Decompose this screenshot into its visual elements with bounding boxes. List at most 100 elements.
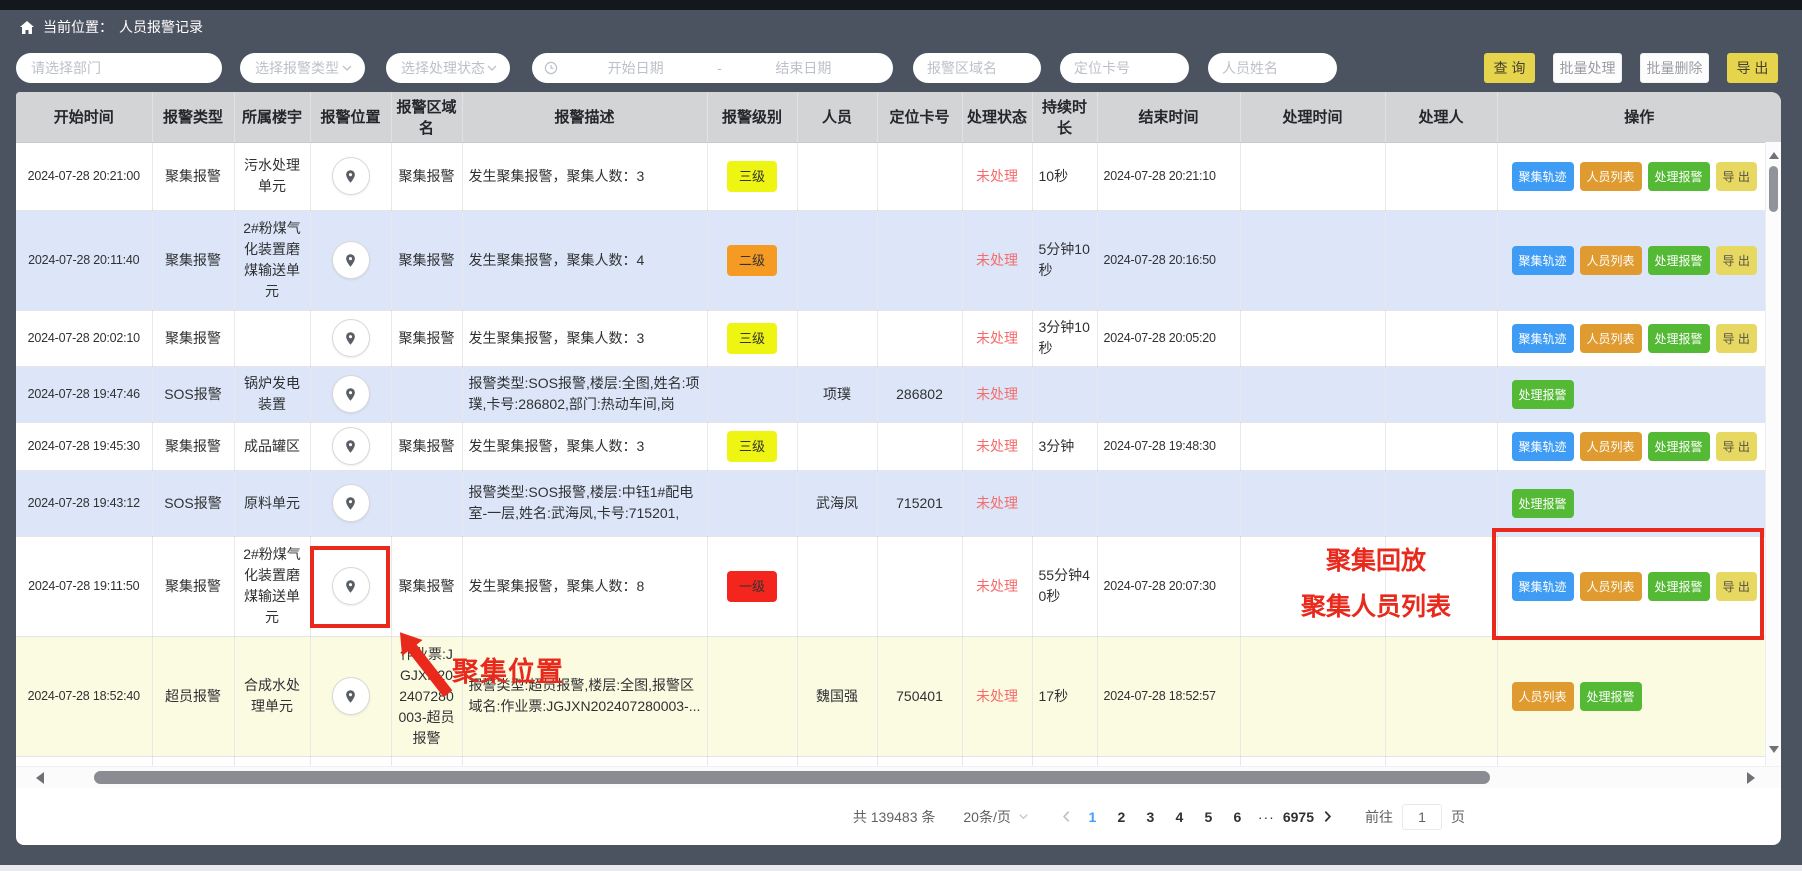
action-button-handle[interactable]: 处理报警 [1648,432,1710,461]
action-button-track[interactable]: 聚集轨迹 [1512,432,1574,461]
home-icon[interactable] [20,21,34,34]
action-button-list[interactable]: 人员列表 [1580,324,1642,353]
cell-empty [462,756,707,766]
cell-handler [1385,366,1497,422]
page-button[interactable]: ··· [1252,809,1281,825]
action-button-export[interactable]: 导 出 [1716,432,1757,461]
end-date-input[interactable]: 结束日期 [726,58,881,78]
action-button-export[interactable]: 导 出 [1716,246,1757,275]
cell-location [310,636,391,756]
horizontal-scrollbar[interactable] [16,766,1781,788]
cell-building: 合成水处理单元 [234,636,310,756]
scroll-down-arrow-icon[interactable] [1769,746,1779,758]
action-button-track[interactable]: 聚集轨迹 [1512,162,1574,191]
action-buttons: 聚集轨迹人员列表处理报警导 出 [1504,246,1776,275]
card-number-input[interactable] [1060,53,1189,83]
horizontal-scrollbar-thumb[interactable] [94,771,1490,784]
status-text: 未处理 [976,252,1018,268]
alarm-area-input[interactable] [913,53,1041,83]
action-button-list[interactable]: 人员列表 [1512,682,1574,711]
action-button-handle[interactable]: 处理报警 [1580,682,1642,711]
location-pin-button[interactable] [332,319,370,357]
batch-handle-button[interactable]: 批量处理 [1553,53,1622,83]
level-badge: 一级 [727,571,777,602]
goto-label: 前往 [1365,807,1393,827]
cell-empty [797,756,877,766]
vertical-scrollbar-thumb[interactable] [1769,166,1778,212]
department-input[interactable] [16,53,222,83]
page-button[interactable]: 6 [1223,809,1252,825]
page-button[interactable]: 6975 [1281,809,1316,825]
action-button-export[interactable]: 导 出 [1716,162,1757,191]
goto-page-input[interactable] [1402,804,1442,830]
location-pin-button[interactable] [332,157,370,195]
scroll-left-arrow-icon[interactable] [30,772,44,784]
cell-handler [1385,310,1497,366]
cell-status: 未处理 [962,636,1032,756]
handle-status-select[interactable]: 选择处理状态 [386,53,510,83]
action-buttons: 聚集轨迹人员列表处理报警导 出 [1504,162,1776,191]
action-button-track[interactable]: 聚集轨迹 [1512,324,1574,353]
cell-alarm-type: 超员报警 [152,636,234,756]
location-pin-button[interactable] [332,427,370,465]
start-date-input[interactable]: 开始日期 [558,58,713,78]
location-pin-button[interactable] [332,375,370,413]
date-range-picker[interactable]: 开始日期 - 结束日期 [532,53,893,83]
cell-location [310,142,391,210]
cell-location [310,210,391,310]
cell-building [234,310,310,366]
query-button[interactable]: 查 询 [1484,53,1535,83]
action-button-handle[interactable]: 处理报警 [1648,246,1710,275]
pagination-total: 共 139483 条 [853,807,936,827]
scroll-up-arrow-icon[interactable] [1769,147,1779,159]
action-button-handle[interactable]: 处理报警 [1648,162,1710,191]
next-page-button[interactable] [1316,810,1339,823]
action-button-handle[interactable]: 处理报警 [1512,489,1574,518]
page-button[interactable]: 2 [1107,809,1136,825]
cell-area [391,366,462,422]
location-pin-icon [343,689,358,704]
cell-description: 发生聚集报警，聚集人数：3 [462,422,707,470]
table-row: 2024-07-28 20:21:00聚集报警污水处理单元聚集报警发生聚集报警，… [16,142,1781,210]
page-button[interactable]: 4 [1165,809,1194,825]
filter-actions: 查 询 批量处理 批量删除 导 出 [1484,53,1778,83]
export-button[interactable]: 导 出 [1727,53,1778,83]
page-button[interactable]: 5 [1194,809,1223,825]
action-button-list[interactable]: 人员列表 [1580,432,1642,461]
cell-handle-time [1240,636,1385,756]
scroll-right-arrow-icon[interactable] [1747,772,1761,784]
cell-empty [152,756,234,766]
page-size-select[interactable]: 20条/页 [963,807,1028,827]
clock-icon [544,61,558,75]
prev-page-button[interactable] [1055,810,1078,823]
batch-delete-button[interactable]: 批量删除 [1640,53,1709,83]
alarm-type-select[interactable]: 选择报警类型 [240,53,365,83]
action-button-export[interactable]: 导 出 [1716,324,1757,353]
action-button-handle[interactable]: 处理报警 [1512,380,1574,409]
action-button-list[interactable]: 人员列表 [1580,162,1642,191]
screen-bottom-edge [0,865,1802,871]
action-button-list[interactable]: 人员列表 [1580,246,1642,275]
browser-edge [0,0,1802,10]
page-button[interactable]: 3 [1136,809,1165,825]
vertical-scrollbar[interactable] [1765,142,1781,766]
cell-actions: 处理报警 [1497,470,1781,536]
action-button-handle[interactable]: 处理报警 [1648,324,1710,353]
location-pin-button[interactable] [332,241,370,279]
cell-card [877,422,962,470]
location-pin-button[interactable] [332,484,370,522]
cell-person [797,422,877,470]
action-button-track[interactable]: 聚集轨迹 [1512,246,1574,275]
location-pin-button[interactable] [332,677,370,715]
cell-start-time: 2024-07-28 20:11:40 [16,210,152,310]
cell-empty [962,756,1032,766]
cell-location [310,310,391,366]
person-name-input[interactable] [1208,53,1337,83]
page-button[interactable]: 1 [1078,809,1107,825]
cell-duration: 3分钟10秒 [1032,310,1097,366]
cell-start-time: 2024-07-28 19:45:30 [16,422,152,470]
column-header: 报警级别 [707,92,797,142]
cell-person [797,142,877,210]
table-row: 2024-07-28 19:47:46SOS报警锅炉发电装置报警类型:SOS报警… [16,366,1781,422]
pagination-goto: 前往 页 [1365,804,1465,830]
